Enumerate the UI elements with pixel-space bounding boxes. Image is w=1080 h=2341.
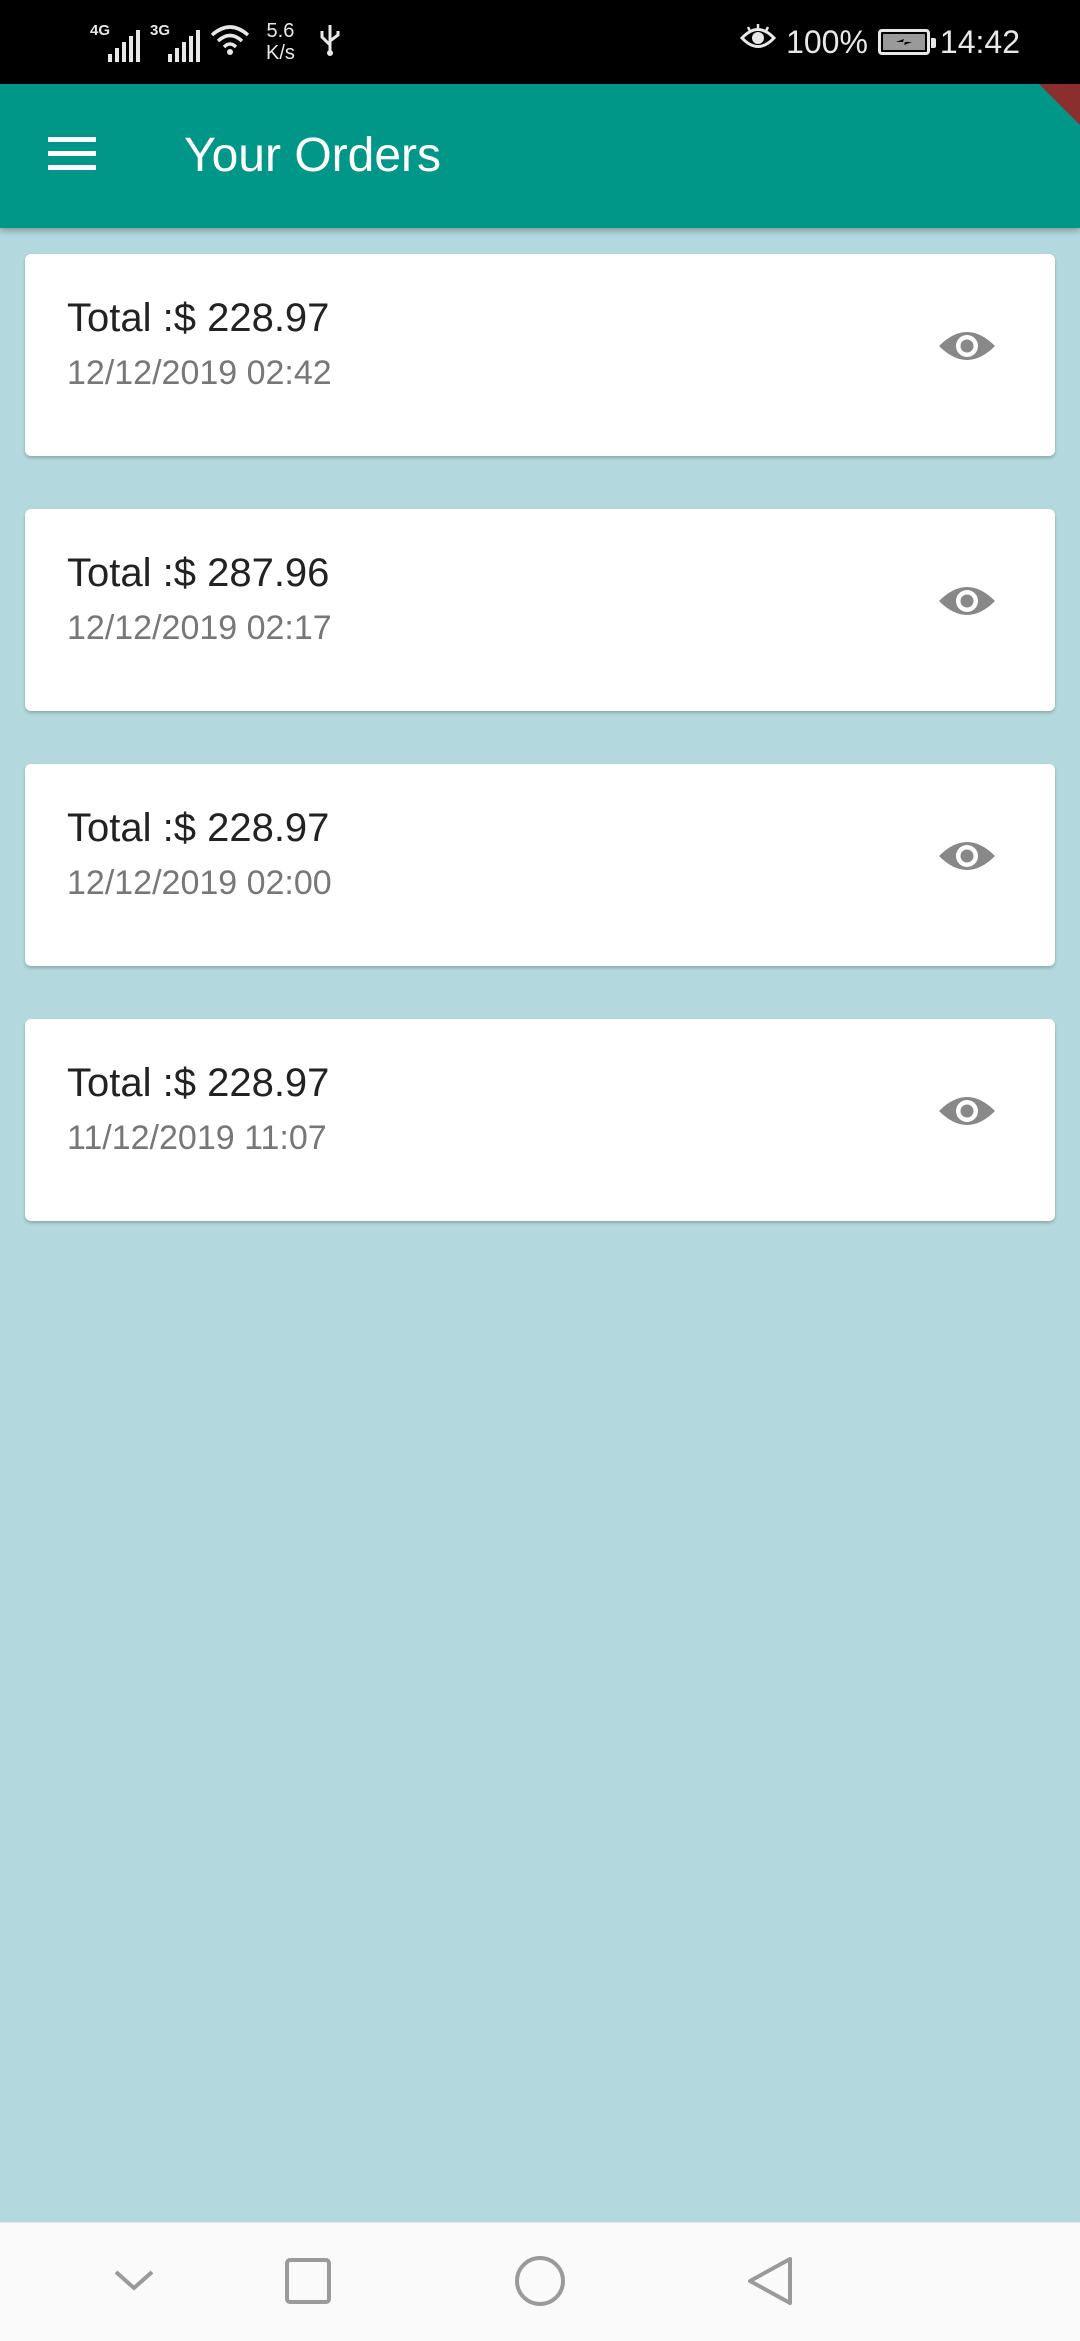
order-date: 11/12/2019 11:07	[67, 1119, 327, 1157]
order-date: 12/12/2019 02:00	[67, 864, 332, 902]
status-left: 4G 3G 5.6 K/s	[90, 0, 341, 84]
order-date: 12/12/2019 02:42	[67, 354, 332, 392]
signal-bars-icon	[108, 28, 140, 62]
view-order-button[interactable]	[931, 312, 1003, 384]
hide-nav-button[interactable]	[98, 2247, 170, 2319]
debug-banner	[1008, 84, 1080, 153]
network-label-2: 3G	[150, 22, 171, 39]
home-button[interactable]	[504, 2247, 576, 2319]
order-total: Total :$ 228.97	[67, 806, 330, 850]
battery-icon	[877, 29, 936, 55]
clock: 14:42	[939, 23, 1020, 60]
order-total: Total :$ 287.96	[67, 551, 330, 595]
status-bar: 4G 3G 5.6 K/s 100% 14:42	[0, 0, 1080, 84]
app-bar: Your Orders	[0, 84, 1080, 228]
recents-button[interactable]	[272, 2247, 344, 2319]
circle-icon	[514, 2255, 566, 2312]
signal-bars-icon	[168, 28, 200, 62]
wifi-icon	[210, 23, 250, 62]
signal-4g: 4G	[90, 22, 140, 62]
status-right: 100% 14:42	[740, 0, 1020, 84]
order-card[interactable]: Total :$ 287.96 12/12/2019 02:17	[25, 509, 1055, 711]
speed-value: 5.6	[266, 20, 295, 42]
order-total: Total :$ 228.97	[67, 296, 330, 340]
eye-icon	[937, 581, 997, 626]
page-title: Your Orders	[184, 129, 442, 182]
chevron-down-icon	[112, 2268, 156, 2299]
eye-icon	[937, 1091, 997, 1136]
order-card[interactable]: Total :$ 228.97 11/12/2019 11:07	[25, 1019, 1055, 1221]
square-icon	[284, 2257, 332, 2310]
triangle-back-icon	[746, 2255, 794, 2312]
order-total: Total :$ 228.97	[67, 1061, 330, 1105]
signal-3g: 3G	[150, 22, 200, 62]
speed-unit: K/s	[266, 42, 295, 64]
orders-list: Total :$ 228.97 12/12/2019 02:42 Total :…	[25, 254, 1055, 1274]
order-card[interactable]: Total :$ 228.97 12/12/2019 02:00	[25, 764, 1055, 966]
order-card[interactable]: Total :$ 228.97 12/12/2019 02:42	[25, 254, 1055, 456]
battery-percent: 100%	[786, 23, 868, 60]
view-order-button[interactable]	[931, 567, 1003, 639]
eye-icon	[937, 326, 997, 371]
usb-icon	[319, 23, 341, 62]
system-nav-bar	[0, 2222, 1080, 2341]
eye-comfort-icon	[740, 23, 777, 61]
menu-button[interactable]	[36, 120, 108, 192]
menu-icon	[48, 136, 96, 176]
eye-icon	[937, 836, 997, 881]
order-date: 12/12/2019 02:17	[67, 609, 332, 647]
network-speed: 5.6 K/s	[266, 20, 295, 64]
view-order-button[interactable]	[931, 1077, 1003, 1149]
network-label-1: 4G	[90, 22, 111, 39]
view-order-button[interactable]	[931, 822, 1003, 894]
back-button[interactable]	[734, 2247, 806, 2319]
